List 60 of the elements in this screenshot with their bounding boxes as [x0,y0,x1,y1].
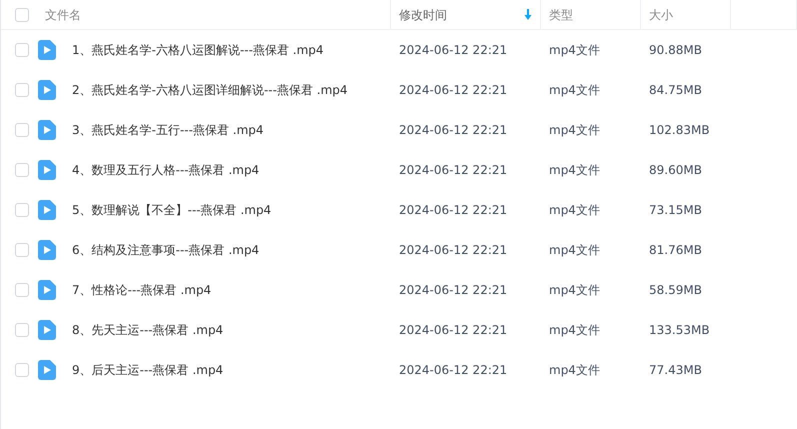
file-type: mp4文件 [548,283,600,297]
file-name[interactable]: 8、先天主运---燕保君 .mp4 [64,321,224,339]
row-checkbox[interactable] [15,83,29,97]
file-type: mp4文件 [548,323,600,337]
modified-time: 2024-06-12 22:21 [398,323,508,337]
video-file-icon [38,240,56,260]
file-size: 90.88MB [648,43,702,57]
file-size: 77.43MB [648,363,702,377]
modified-time: 2024-06-12 22:21 [398,363,508,377]
file-name[interactable]: 4、数理及五行人格---燕保君 .mp4 [64,161,260,179]
column-header[interactable]: 大小 [649,6,673,24]
file-size: 81.76MB [648,243,702,257]
video-file-icon [38,80,56,100]
file-name[interactable]: 2、燕氏姓名学-六格八运图详细解说---燕保君 .mp4 [64,81,348,99]
modified-time: 2024-06-12 22:21 [398,203,508,217]
file-size: 84.75MB [648,83,702,97]
row-checkbox[interactable] [15,203,29,217]
file-name[interactable]: 7、性格论---燕保君 .mp4 [64,281,212,299]
video-file-icon [38,320,56,340]
file-name[interactable]: 5、数理解说【不全】---燕保君 .mp4 [64,201,272,219]
modified-time: 2024-06-12 22:21 [398,283,508,297]
video-file-icon [38,160,56,180]
video-file-icon [38,120,56,140]
select-all-checkbox[interactable] [15,8,29,22]
row-checkbox[interactable] [15,363,29,377]
file-name[interactable]: 6、结构及注意事项---燕保君 .mp4 [64,241,260,259]
video-file-icon [38,200,56,220]
row-checkbox[interactable] [15,243,29,257]
file-size: 102.83MB [648,123,710,137]
sort-down-icon[interactable] [524,9,532,20]
file-type: mp4文件 [548,163,600,177]
file-size: 58.59MB [648,283,702,297]
file-size: 89.60MB [648,163,702,177]
file-type: mp4文件 [548,123,600,137]
file-name[interactable]: 1、燕氏姓名学-六格八运图解说---燕保君 .mp4 [64,41,324,59]
row-checkbox[interactable] [15,323,29,337]
row-checkbox[interactable] [15,163,29,177]
column-header[interactable]: 文件名 [45,6,81,24]
file-size: 133.53MB [648,323,710,337]
row-checkbox[interactable] [15,43,29,57]
video-file-icon [38,40,56,60]
row-checkbox[interactable] [15,283,29,297]
sorted-column-header[interactable]: 修改时间 [399,6,447,24]
modified-time: 2024-06-12 22:21 [398,43,508,57]
modified-time: 2024-06-12 22:21 [398,123,508,137]
video-file-icon [38,280,56,300]
file-size: 73.15MB [648,203,702,217]
column-header[interactable]: 类型 [549,6,573,24]
file-name[interactable]: 9、后天主运---燕保君 .mp4 [64,361,224,379]
file-name[interactable]: 3、燕氏姓名学-五行---燕保君 .mp4 [64,121,264,139]
file-type: mp4文件 [548,83,600,97]
modified-time: 2024-06-12 22:21 [398,243,508,257]
modified-time: 2024-06-12 22:21 [398,83,508,97]
row-checkbox[interactable] [15,123,29,137]
file-type: mp4文件 [548,43,600,57]
file-type: mp4文件 [548,203,600,217]
file-type: mp4文件 [548,363,600,377]
file-type: mp4文件 [548,243,600,257]
modified-time: 2024-06-12 22:21 [398,163,508,177]
video-file-icon [38,360,56,380]
